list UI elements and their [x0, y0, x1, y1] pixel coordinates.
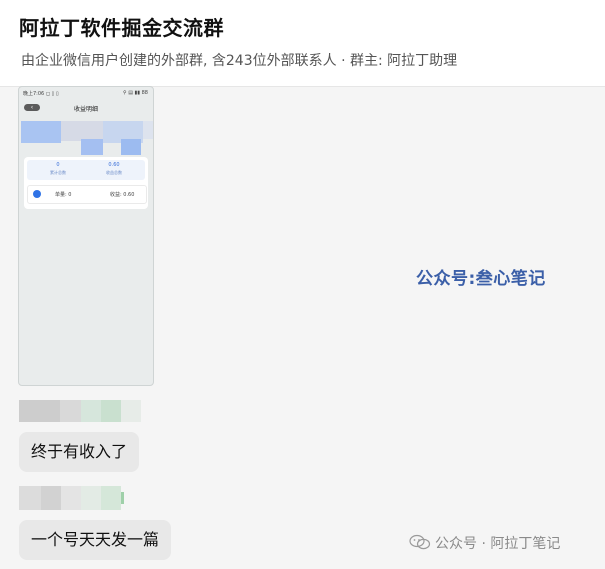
- image-message[interactable]: 晚上7:06 ◻ ▯ ▯ ⚲ ▤ ▮▮ 88 ‹ 收益明细 0 累计总数 0.6…: [18, 86, 154, 386]
- stat-left-label: 累计总数: [50, 170, 66, 175]
- message-bubble[interactable]: 一个号天天发一篇: [19, 520, 172, 560]
- footer-text: 公众号 · 阿拉丁笔记: [435, 536, 561, 552]
- sender-avatar-blurred: [19, 400, 143, 422]
- earnings-page-title: 收益明细: [73, 106, 98, 113]
- message-bubble[interactable]: 终于有收入了: [19, 432, 140, 472]
- earnings-row: 单量: 0 收益: 0.60: [27, 185, 147, 204]
- earnings-card: 0 累计总数 0.60 收益总数 单量: 0 收益: 0.60: [24, 157, 148, 209]
- group-title: 阿拉丁软件掘金交流群: [19, 16, 224, 40]
- wechat-icon: [409, 534, 431, 554]
- app-icon: [33, 190, 41, 198]
- pixelated-area: [21, 117, 153, 157]
- footer-attribution: 公众号 · 阿拉丁笔记: [409, 533, 560, 554]
- status-bar-left: 晚上7:06 ◻ ▯ ▯: [23, 91, 59, 97]
- stat-left-value: 0: [56, 162, 60, 168]
- stats-panel: 0 累计总数 0.60 收益总数: [27, 160, 145, 180]
- row-count: 单量: 0: [55, 192, 72, 198]
- message-text: 终于有收入了: [31, 442, 128, 461]
- row-earnings: 收益: 0.60: [110, 192, 135, 198]
- status-bar-right: ⚲ ▤ ▮▮ 88: [122, 90, 148, 96]
- sender-avatar-blurred: [19, 486, 127, 510]
- stat-right-label: 收益总数: [106, 170, 122, 175]
- group-subtitle: 由企业微信用户创建的外部群, 含243位外部联系人 · 群主: 阿拉丁助理: [21, 53, 458, 69]
- chat-header: 阿拉丁软件掘金交流群 由企业微信用户创建的外部群, 含243位外部联系人 · 群…: [0, 0, 605, 87]
- watermark-text: 公众号:叁心笔记: [416, 269, 546, 289]
- message-text: 一个号天天发一篇: [31, 530, 160, 549]
- stat-right-value: 0.60: [108, 162, 120, 168]
